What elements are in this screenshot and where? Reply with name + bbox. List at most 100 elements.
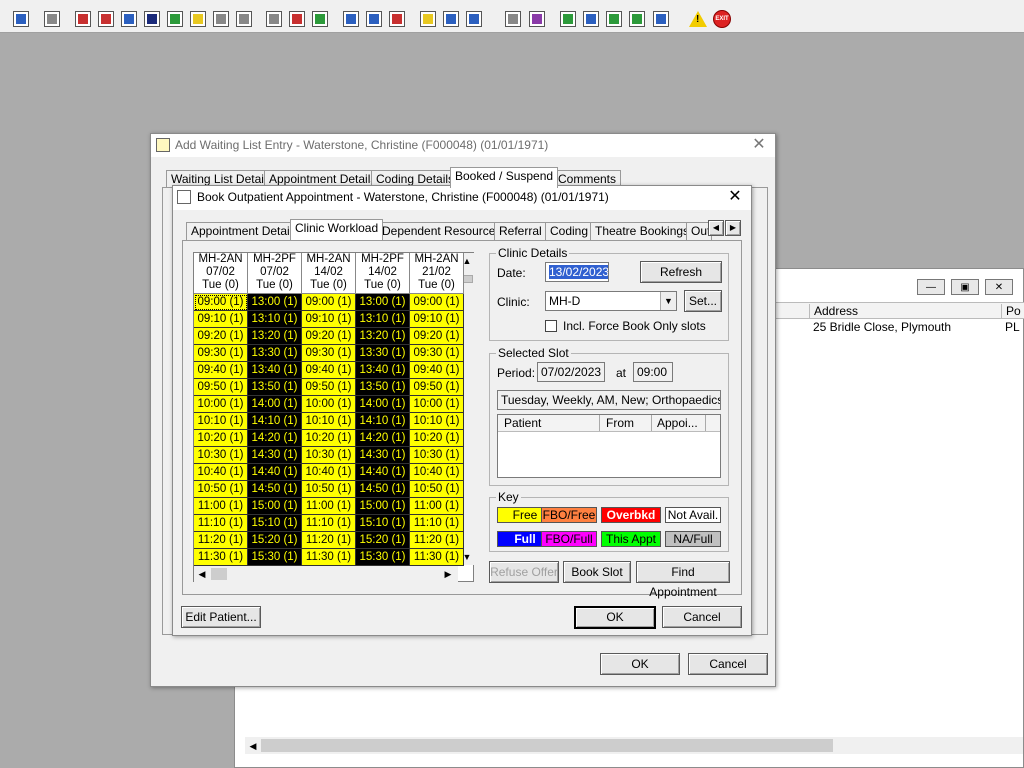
- appointment-slot[interactable]: 09:40 (1): [302, 362, 356, 379]
- appointment-slot[interactable]: 11:00 (1): [302, 498, 356, 515]
- force-book-checkbox[interactable]: [545, 320, 557, 332]
- appointment-slot[interactable]: 13:40 (1): [248, 362, 302, 379]
- appointment-slot[interactable]: 11:30 (1): [302, 549, 356, 566]
- appointment-slot[interactable]: 10:10 (1): [302, 413, 356, 430]
- ambulance-icon[interactable]: [464, 9, 484, 29]
- chart-icon[interactable]: [119, 9, 139, 29]
- appointment-slot[interactable]: 15:30 (1): [356, 549, 410, 566]
- close-button[interactable]: ✕: [985, 279, 1013, 295]
- appointment-slot[interactable]: 14:30 (1): [248, 447, 302, 464]
- appointment-slot[interactable]: 09:50 (1): [302, 379, 356, 396]
- appointment-slot[interactable]: 11:20 (1): [410, 532, 464, 549]
- appointment-slot[interactable]: 14:40 (1): [356, 464, 410, 481]
- open-book-icon[interactable]: [96, 9, 116, 29]
- appointment-slot[interactable]: 11:10 (1): [410, 515, 464, 532]
- scroll-right-icon[interactable]: ▶: [440, 566, 456, 582]
- appointment-slot[interactable]: 11:30 (1): [194, 549, 248, 566]
- appointment-slot[interactable]: 15:20 (1): [248, 532, 302, 549]
- appointment-slot[interactable]: 11:20 (1): [302, 532, 356, 549]
- date-input[interactable]: 13/02/2023: [545, 262, 609, 282]
- set-clinic-button[interactable]: Set...: [684, 290, 722, 312]
- calendar-icon[interactable]: [341, 9, 361, 29]
- edit-patient-button[interactable]: Edit Patient...: [181, 606, 261, 628]
- appointment-slot[interactable]: 10:20 (1): [194, 430, 248, 447]
- tab-scroll-left-icon[interactable]: ◀: [708, 220, 724, 236]
- appointment-slot[interactable]: 09:20 (1): [194, 328, 248, 345]
- bar-chart-icon[interactable]: [527, 9, 547, 29]
- tab-scroll-right-icon[interactable]: ▶: [725, 220, 741, 236]
- close-icon[interactable]: ✕: [725, 187, 745, 207]
- bed-icon[interactable]: [441, 9, 461, 29]
- appointment-slot[interactable]: 13:00 (1): [248, 294, 302, 311]
- appointment-slot[interactable]: 10:00 (1): [194, 396, 248, 413]
- appointment-slot[interactable]: 14:10 (1): [248, 413, 302, 430]
- appointment-slot[interactable]: 09:30 (1): [302, 345, 356, 362]
- appointment-slot[interactable]: 09:50 (1): [410, 379, 464, 396]
- appointment-slot[interactable]: 10:20 (1): [410, 430, 464, 447]
- appointment-slot[interactable]: 13:10 (1): [248, 311, 302, 328]
- schedule-column-header[interactable]: MH-2PF 07/02 Tue (0): [248, 253, 302, 294]
- appointment-slot[interactable]: 11:00 (1): [194, 498, 248, 515]
- find-appointment-button[interactable]: Find Appointment: [636, 561, 730, 599]
- appointment-slot[interactable]: 13:30 (1): [248, 345, 302, 362]
- card-icon[interactable]: [211, 9, 231, 29]
- appointment-slot[interactable]: 15:10 (1): [248, 515, 302, 532]
- appointment-slot[interactable]: 10:10 (1): [410, 413, 464, 430]
- appointment-slot[interactable]: 09:20 (1): [302, 328, 356, 345]
- appointment-slot[interactable]: 14:10 (1): [356, 413, 410, 430]
- warning-icon[interactable]: !: [688, 9, 708, 29]
- appointment-slot[interactable]: 15:10 (1): [356, 515, 410, 532]
- appointment-slot[interactable]: 14:40 (1): [248, 464, 302, 481]
- appointment-slot[interactable]: 09:50 (1): [194, 379, 248, 396]
- appointment-slot[interactable]: 11:00 (1): [410, 498, 464, 515]
- clinic-select[interactable]: MH-D ▼: [545, 291, 677, 311]
- glasses-icon[interactable]: [264, 9, 284, 29]
- card2-icon[interactable]: [234, 9, 254, 29]
- refuse-offer-button[interactable]: Refuse Offer: [489, 561, 559, 583]
- appointment-slot[interactable]: 14:50 (1): [248, 481, 302, 498]
- patient-search-icon[interactable]: [11, 9, 31, 29]
- appointment-slot[interactable]: 10:40 (1): [410, 464, 464, 481]
- appointment-slot[interactable]: 10:30 (1): [302, 447, 356, 464]
- tab-theatre-bookings[interactable]: Theatre Bookings: [590, 222, 695, 240]
- tab-appointment-details[interactable]: Appointment Details: [186, 222, 304, 240]
- appointment-slot[interactable]: 13:50 (1): [248, 379, 302, 396]
- appointment-slot[interactable]: 09:40 (1): [194, 362, 248, 379]
- appointment-slot[interactable]: 13:00 (1): [356, 294, 410, 311]
- appointment-slot[interactable]: 09:10 (1): [194, 311, 248, 328]
- appointment-slot[interactable]: 15:00 (1): [248, 498, 302, 515]
- appointment-slot[interactable]: 15:20 (1): [356, 532, 410, 549]
- globe-icon[interactable]: [558, 9, 578, 29]
- refresh-button[interactable]: Refresh: [640, 261, 722, 283]
- appointment-slot[interactable]: 10:40 (1): [194, 464, 248, 481]
- appointment-slot[interactable]: 13:10 (1): [356, 311, 410, 328]
- schedule-column-header[interactable]: MH-2AN 07/02 Tue (0): [194, 253, 248, 294]
- appointment-slot[interactable]: 10:40 (1): [302, 464, 356, 481]
- appointment-slot[interactable]: 09:10 (1): [302, 311, 356, 328]
- form-icon[interactable]: [364, 9, 384, 29]
- appointment-slot[interactable]: 13:20 (1): [356, 328, 410, 345]
- scroll-thumb[interactable]: [261, 739, 833, 752]
- column-header-appointment[interactable]: Appoi...: [652, 415, 706, 431]
- appointment-slot[interactable]: 11:10 (1): [194, 515, 248, 532]
- swap-icon[interactable]: [651, 9, 671, 29]
- appointment-slot[interactable]: 09:00 (1): [194, 294, 248, 311]
- appointment-slot[interactable]: 14:50 (1): [356, 481, 410, 498]
- printer-icon[interactable]: [42, 9, 62, 29]
- restore-button[interactable]: ▣: [951, 279, 979, 295]
- appointment-slot[interactable]: 10:30 (1): [410, 447, 464, 464]
- monitor-icon[interactable]: [310, 9, 330, 29]
- column-header-from[interactable]: From: [600, 415, 652, 431]
- dial-icon[interactable]: [387, 9, 407, 29]
- schedule-column-header[interactable]: MH-2AN 21/02 Tue (0): [410, 253, 464, 294]
- appointment-slot[interactable]: 10:50 (1): [302, 481, 356, 498]
- scroll-left-icon[interactable]: ◀: [194, 566, 210, 582]
- schedule-column-header[interactable]: MH-2PF 14/02 Tue (0): [356, 253, 410, 294]
- appointment-slot[interactable]: 09:10 (1): [410, 311, 464, 328]
- appointment-slot[interactable]: 11:20 (1): [194, 532, 248, 549]
- column-header-patient[interactable]: Patient: [498, 415, 600, 431]
- appointment-slot[interactable]: 10:50 (1): [410, 481, 464, 498]
- clock-icon[interactable]: [287, 9, 307, 29]
- book-slot-button[interactable]: Book Slot: [563, 561, 631, 583]
- appointment-slot[interactable]: 14:00 (1): [356, 396, 410, 413]
